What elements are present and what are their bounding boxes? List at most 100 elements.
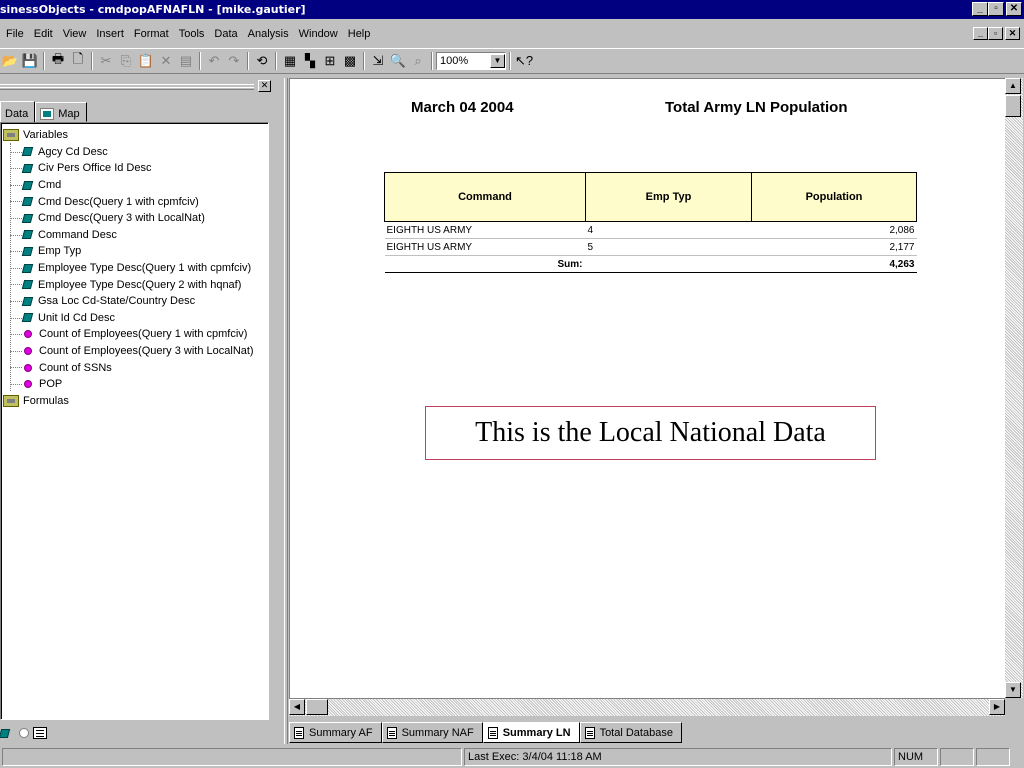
scroll-left-icon[interactable]: ◀ bbox=[289, 699, 305, 715]
report-tabs: Summary AF Summary NAF Summary LN Total … bbox=[289, 722, 682, 744]
dimension-icon bbox=[21, 147, 34, 157]
chevron-down-icon[interactable]: ▼ bbox=[490, 54, 505, 68]
menu-data[interactable]: Data bbox=[209, 28, 242, 40]
tab-summary-af[interactable]: Summary AF bbox=[289, 722, 382, 743]
menu-edit[interactable]: Edit bbox=[29, 28, 58, 40]
tab-label: Total Database bbox=[599, 726, 673, 739]
tree-item[interactable]: POP bbox=[1, 376, 268, 393]
report-manager-icon[interactable]: ▦ bbox=[280, 51, 300, 71]
column-header-population[interactable]: Population bbox=[751, 172, 917, 222]
tree-item[interactable]: Emp Typ bbox=[1, 243, 268, 260]
grid-icon[interactable]: ▩ bbox=[340, 51, 360, 71]
report-title: Total Army LN Population bbox=[665, 99, 848, 116]
menu-tools[interactable]: Tools bbox=[174, 28, 210, 40]
table-row[interactable]: EIGHTH US ARMY 4 2,086 bbox=[384, 221, 917, 239]
table-row[interactable]: EIGHTH US ARMY 5 2,177 bbox=[384, 238, 917, 256]
menu-view[interactable]: View bbox=[58, 28, 92, 40]
save-icon[interactable]: 💾 bbox=[20, 51, 40, 71]
tab-summary-naf[interactable]: Summary NAF bbox=[381, 722, 483, 743]
close-button[interactable]: ✕ bbox=[1006, 2, 1022, 16]
drill-icon[interactable]: ⇲ bbox=[368, 51, 388, 71]
scroll-thumb[interactable] bbox=[1005, 95, 1021, 117]
tree-item[interactable]: Employee Type Desc(Query 1 with cpmfciv) bbox=[1, 260, 268, 277]
title-bar[interactable]: sinessObjects - cmdpopAFNAFLN - [mike.ga… bbox=[0, 0, 1024, 19]
tree-item[interactable]: Cmd Desc(Query 3 with LocalNat) bbox=[1, 210, 268, 227]
panel-splitter[interactable] bbox=[284, 78, 288, 744]
tab-data[interactable]: Data bbox=[0, 101, 36, 123]
tree-item[interactable]: Count of Employees(Query 3 with LocalNat… bbox=[1, 343, 268, 360]
scroll-thumb-horizontal[interactable] bbox=[306, 699, 328, 715]
column-header-command[interactable]: Command bbox=[384, 172, 586, 222]
tab-label: Summary AF bbox=[309, 726, 373, 739]
tree-item[interactable]: Unit Id Cd Desc bbox=[1, 310, 268, 327]
redo-icon[interactable]: ↷ bbox=[224, 51, 244, 71]
tree-item[interactable]: Civ Pers Office Id Desc bbox=[1, 160, 268, 177]
tree-node-formulas[interactable]: Formulas bbox=[1, 393, 268, 410]
report-table: Command Emp Typ Population EIGHTH US ARM… bbox=[384, 172, 917, 273]
panel-close-icon[interactable]: ✕ bbox=[258, 80, 271, 92]
print-preview-icon[interactable]: 🗋 bbox=[68, 51, 88, 71]
slice-dice-icon[interactable]: ▚ bbox=[300, 51, 320, 71]
vertical-scrollbar[interactable]: ▲ ▼ bbox=[1005, 78, 1023, 698]
tree-item-label: Employee Type Desc(Query 1 with cpmfciv) bbox=[38, 262, 252, 275]
tree-item[interactable]: Command Desc bbox=[1, 227, 268, 244]
toolbar: 📂 💾 🖶 🗋 ✂ ⎘ 📋 ✕ ▤ ↶ ↷ ⟲ ▦ ▚ ⊞ ▩ ⇲ 🔍 ⌕ 10… bbox=[0, 48, 1024, 74]
tree-item[interactable]: Employee Type Desc(Query 2 with hqnaf) bbox=[1, 276, 268, 293]
doc-minimize-button[interactable]: _ bbox=[973, 27, 988, 40]
status-bar: Last Exec: 3/4/04 11:18 AM NUM bbox=[0, 746, 1024, 768]
menu-insert[interactable]: Insert bbox=[91, 28, 129, 40]
view-radio[interactable] bbox=[19, 728, 29, 738]
window-title: sinessObjects - cmdpopAFNAFLN - [mike.ga… bbox=[0, 3, 306, 16]
tree-item[interactable]: Cmd Desc(Query 1 with cpmfciv) bbox=[1, 193, 268, 210]
refresh-icon[interactable]: ⟲ bbox=[252, 51, 272, 71]
paste-icon[interactable]: 📋 bbox=[136, 51, 156, 71]
zoom-select[interactable]: 100% ▼ bbox=[436, 52, 506, 70]
panel-view-options bbox=[0, 724, 47, 742]
variables-tree: Variables Agcy Cd Desc Civ Pers Office I… bbox=[0, 122, 269, 720]
menu-window[interactable]: Window bbox=[294, 28, 343, 40]
tree-item[interactable]: Count of SSNs bbox=[1, 359, 268, 376]
cell-emp-typ: 5 bbox=[585, 238, 752, 256]
column-header-emp-typ[interactable]: Emp Typ bbox=[585, 172, 752, 222]
open-icon[interactable]: 📂 bbox=[0, 51, 20, 71]
print-icon[interactable]: 🖶 bbox=[48, 51, 68, 71]
toolbar-separator bbox=[247, 52, 249, 70]
menu-help[interactable]: Help bbox=[343, 28, 376, 40]
tree-item[interactable]: Cmd bbox=[1, 177, 268, 194]
dimension-icon bbox=[21, 296, 34, 306]
status-message bbox=[2, 748, 462, 766]
tree-item-label: Unit Id Cd Desc bbox=[38, 311, 116, 324]
tree-item[interactable]: Count of Employees(Query 1 with cpmfciv) bbox=[1, 326, 268, 343]
zoom-icon[interactable]: ⌕ bbox=[408, 51, 428, 71]
menu-analysis[interactable]: Analysis bbox=[243, 28, 294, 40]
tab-summary-ln[interactable]: Summary LN bbox=[482, 722, 580, 743]
doc-close-button[interactable]: ✕ bbox=[1005, 27, 1020, 40]
delete-icon[interactable]: ✕ bbox=[156, 51, 176, 71]
clipboard-icon[interactable]: ▤ bbox=[176, 51, 196, 71]
minimize-button[interactable]: _ bbox=[972, 2, 988, 16]
find-icon[interactable]: 🔍 bbox=[388, 51, 408, 71]
tree-node-variables[interactable]: Variables bbox=[1, 127, 268, 144]
tree-item[interactable]: Gsa Loc Cd-State/Country Desc bbox=[1, 293, 268, 310]
copy-icon[interactable]: ⎘ bbox=[116, 51, 136, 71]
tab-total-database[interactable]: Total Database bbox=[579, 722, 682, 743]
structure-icon[interactable]: ⊞ bbox=[320, 51, 340, 71]
dimension-icon bbox=[21, 280, 34, 290]
horizontal-scrollbar[interactable]: ◀ ▶ bbox=[289, 698, 1005, 716]
menu-file[interactable]: File bbox=[0, 28, 29, 40]
scroll-up-icon[interactable]: ▲ bbox=[1005, 78, 1021, 94]
maximize-button[interactable]: ▫ bbox=[988, 2, 1004, 16]
cut-icon[interactable]: ✂ bbox=[96, 51, 116, 71]
scroll-down-icon[interactable]: ▼ bbox=[1005, 682, 1021, 698]
undo-icon[interactable]: ↶ bbox=[204, 51, 224, 71]
help-icon[interactable]: ↖? bbox=[514, 51, 534, 71]
zoom-value: 100% bbox=[440, 55, 469, 67]
list-view-icon[interactable] bbox=[33, 727, 47, 739]
scroll-right-icon[interactable]: ▶ bbox=[989, 699, 1005, 715]
menu-format[interactable]: Format bbox=[129, 28, 174, 40]
doc-restore-button[interactable]: ▫ bbox=[988, 27, 1003, 40]
panel-grip-line bbox=[0, 87, 254, 90]
tab-map[interactable]: Map bbox=[35, 102, 87, 122]
tree-item[interactable]: Agcy Cd Desc bbox=[1, 144, 268, 161]
sum-row[interactable]: Sum: 4,263 bbox=[384, 255, 917, 273]
